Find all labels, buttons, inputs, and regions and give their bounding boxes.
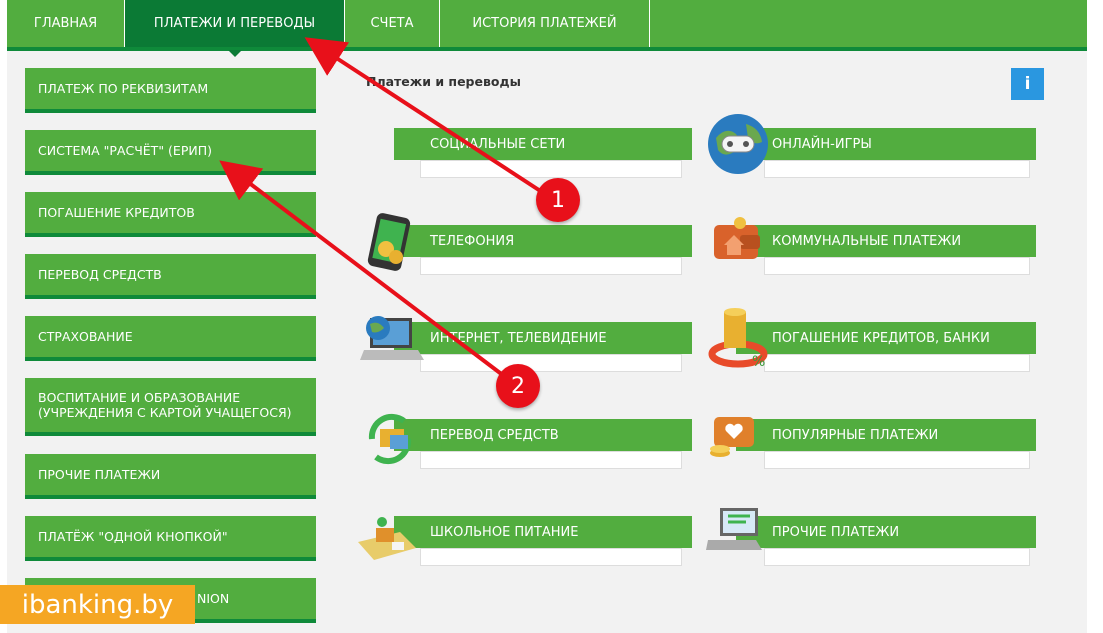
tab-main[interactable]: ГЛАВНАЯ	[7, 0, 125, 47]
tile-label: ПОПУЛЯРНЫЕ ПЛАТЕЖИ	[736, 419, 1036, 451]
tile-label: ТЕЛЕФОНИЯ	[394, 225, 692, 257]
tile-label: СОЦИАЛЬНЫЕ СЕТИ	[394, 128, 692, 160]
sidebar-item-transfer[interactable]: ПЕРЕВОД СРЕДСТВ	[25, 254, 316, 299]
tile-input-area	[420, 257, 682, 275]
sidebar-item-erip[interactable]: СИСТЕМА "РАСЧЁТ" (ЕРИП)	[25, 130, 316, 175]
page-title: Платежи и переводы	[366, 74, 521, 89]
tile-input-area	[420, 451, 682, 469]
tile-label: ПОГАШЕНИЕ КРЕДИТОВ, БАНКИ	[736, 322, 1036, 354]
info-button[interactable]: i	[1011, 68, 1044, 100]
top-navigation: ГЛАВНАЯ ПЛАТЕЖИ И ПЕРЕВОДЫ СЧЕТА ИСТОРИЯ…	[7, 0, 1087, 57]
laptop-globe-icon	[360, 316, 424, 360]
tile-input-area	[764, 160, 1030, 178]
sidebar-item-insurance[interactable]: СТРАХОВАНИЕ	[25, 316, 316, 361]
tile-input-area	[764, 548, 1030, 566]
tile-input-area	[764, 354, 1030, 372]
tile-input-area	[764, 451, 1030, 469]
annotation-badge-1: 1	[536, 178, 580, 222]
wallet-heart-icon	[710, 417, 754, 457]
tab-payments-transfers[interactable]: ПЛАТЕЖИ И ПЕРЕВОДЫ	[125, 0, 345, 57]
tab-payment-history[interactable]: ИСТОРИЯ ПЛАТЕЖЕЙ	[440, 0, 650, 47]
coins-lifebuoy-icon: %	[708, 308, 768, 370]
globe-gamepad-icon	[708, 114, 768, 174]
tile-label: ПРОЧИЕ ПЛАТЕЖИ	[736, 516, 1036, 548]
sidebar-item-one-button[interactable]: ПЛАТЁЖ "ОДНОЙ КНОПКОЙ"	[25, 516, 316, 561]
annotation-badge-2: 2	[496, 364, 540, 408]
tile-label: ИНТЕРНЕТ, ТЕЛЕВИДЕНИЕ	[394, 322, 692, 354]
tile-input-area	[420, 160, 682, 178]
tile-label: ШКОЛЬНОЕ ПИТАНИЕ	[394, 516, 692, 548]
tile-input-area	[420, 548, 682, 566]
tile-label: ПЕРЕВОД СРЕДСТВ	[394, 419, 692, 451]
tile-input-area	[420, 354, 682, 372]
svg-text:%: %	[752, 354, 765, 370]
tile-input-area	[764, 257, 1030, 275]
laptop-icon	[706, 508, 762, 550]
tile-label: КОММУНАЛЬНЫЕ ПЛАТЕЖИ	[736, 225, 1036, 257]
food-tray-icon	[358, 517, 416, 560]
sidebar-item-other-payments[interactable]: ПРОЧИЕ ПЛАТЕЖИ	[25, 454, 316, 499]
phone-icon	[367, 213, 411, 271]
sidebar-item-payment-by-details[interactable]: ПЛАТЕЖ ПО РЕКВИЗИТАМ	[25, 68, 316, 113]
wallet-house-icon	[714, 217, 760, 259]
tile-label: ОНЛАЙН-ИГРЫ	[736, 128, 1036, 160]
sidebar-item-education[interactable]: ВОСПИТАНИЕ И ОБРАЗОВАНИЕ (УЧРЕЖДЕНИЯ С К…	[25, 378, 316, 436]
money-transfer-icon	[368, 413, 412, 465]
sidebar-item-loan-repayment[interactable]: ПОГАШЕНИЕ КРЕДИТОВ	[25, 192, 316, 237]
watermark: ibanking.by	[0, 585, 195, 624]
tab-accounts[interactable]: СЧЕТА	[345, 0, 440, 47]
